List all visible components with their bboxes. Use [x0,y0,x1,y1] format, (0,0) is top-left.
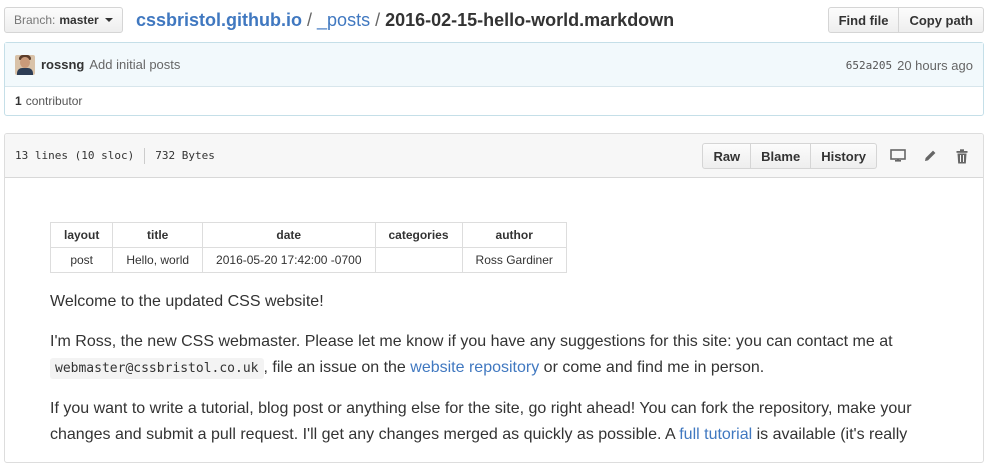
file-line-count: 13 lines (10 sloc) [15,149,135,162]
latest-commit-row: rossng Add initial posts 652a205 20 hour… [5,43,983,87]
table-header-row: layout title date categories author [49,222,567,248]
desktop-icon[interactable] [887,145,909,167]
table-row: post Hello, world 2016-05-20 17:42:00 -0… [49,247,567,273]
table-header-cell: title [112,222,204,248]
commit-sha-link[interactable]: 652a205 [846,59,892,72]
branch-select-button[interactable]: Branch: master [4,7,123,33]
breadcrumb-repo-link[interactable]: cssbristol.github.io [136,10,302,30]
markdown-body: layout title date categories author post… [5,178,983,448]
contributor-label: contributor [25,94,83,108]
avatar[interactable] [15,54,35,75]
table-cell: Ross Gardiner [461,247,567,273]
paragraph-text: , file an issue on the [263,359,406,376]
breadcrumb-separator: / [307,10,313,30]
breadcrumb: cssbristol.github.io / _posts/2016-02-15-h… [136,8,674,32]
table-cell: post [49,247,114,273]
full-tutorial-link[interactable]: full tutorial [679,426,752,443]
paragraph: I'm Ross, the new CSS webmaster. Please … [50,329,938,382]
paragraph: If you want to write a tutorial, blog po… [50,396,938,448]
paragraph-text: is available (it's really [756,426,908,443]
commit-time: 20 hours ago [897,57,973,73]
chevron-down-icon [104,18,113,22]
file-viewer: 13 lines (10 sloc) 732 Bytes Raw Blame H… [4,133,984,463]
table-header-cell: layout [49,222,114,248]
file-view-button-group: Raw Blame History [702,143,877,169]
file-nav-button-group: Find file Copy path [827,7,984,33]
raw-button[interactable]: Raw [702,143,752,169]
breadcrumb-folder-link[interactable]: _posts [317,10,370,30]
table-header-cell: categories [374,222,463,248]
divider [144,147,146,164]
commit-meta: 652a205 20 hours ago [846,43,973,87]
paragraph-text: or come and find me in person. [543,359,765,376]
copy-path-button[interactable]: Copy path [899,7,984,33]
paragraph-text: I'm Ross, the new CSS webmaster. Please … [50,333,893,350]
contributors-row[interactable]: 1 contributor [5,87,983,115]
paragraph: Welcome to the updated CSS website! [50,289,938,315]
commit-author-link[interactable]: rossng [41,57,84,72]
branch-label: Branch: [14,13,56,27]
table-header-cell: author [461,222,567,248]
file-size: 732 Bytes [155,149,215,162]
table-cell: 2016-05-20 17:42:00 -0700 [202,247,376,273]
front-matter-table: layout title date categories author post… [49,222,567,273]
breadcrumb-file-name: 2016-02-15-hello-world.markdown [385,10,675,30]
find-file-button[interactable]: Find file [827,7,900,33]
table-header-cell: date [202,222,376,248]
commit-tease: rossng Add initial posts 652a205 20 hour… [4,42,984,116]
file-actions: Raw Blame History [702,143,973,169]
paragraph-text: Welcome to the updated CSS website! [50,293,324,310]
trash-icon[interactable] [951,145,973,167]
table-cell [374,247,463,273]
file-navigation: Branch: master cssbristol.github.io / _pos… [4,6,984,34]
contributor-count: 1 [15,94,22,108]
file-header: 13 lines (10 sloc) 732 Bytes Raw Blame H… [5,134,983,178]
commit-message-link[interactable]: Add initial posts [89,57,180,72]
table-cell: Hello, world [112,247,204,273]
website-repository-link[interactable]: website repository [410,359,539,376]
breadcrumb-separator: / [375,10,381,30]
blame-button[interactable]: Blame [751,143,812,169]
history-button[interactable]: History [811,143,877,169]
pencil-icon[interactable] [919,145,941,167]
file-info: 13 lines (10 sloc) 732 Bytes [15,147,215,164]
branch-name: master [59,13,99,27]
email-code: webmaster@cssbristol.co.uk [50,358,264,379]
